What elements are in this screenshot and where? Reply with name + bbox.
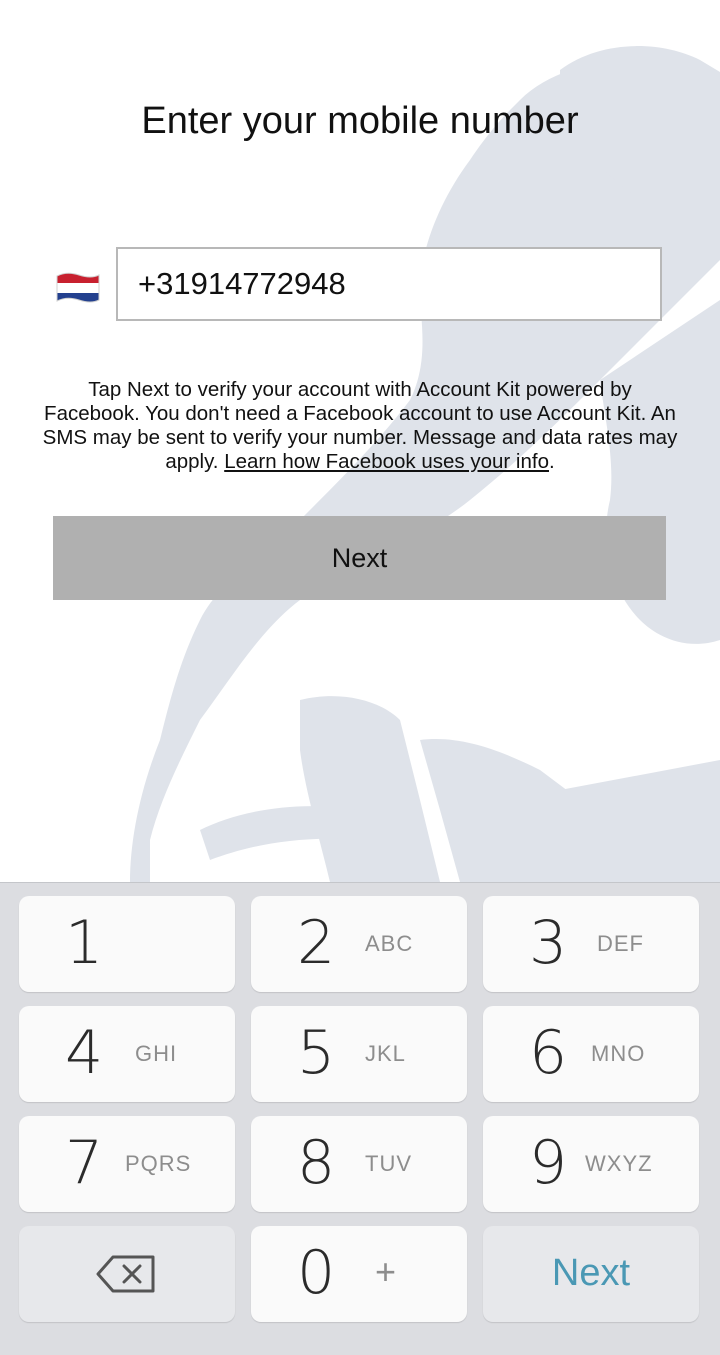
key-3-digit: 3	[529, 908, 568, 978]
netherlands-flag-icon[interactable]	[55, 270, 101, 306]
key-7-letters: PQRS	[125, 1151, 192, 1176]
key-6[interactable]: 6 MNO	[483, 1006, 699, 1102]
key-4-letters: GHI	[135, 1041, 178, 1066]
key-5[interactable]: 5 JKL	[251, 1006, 467, 1102]
key-6-digit: 6	[529, 1018, 568, 1088]
key-2[interactable]: 2 ABC	[251, 896, 467, 992]
key-0[interactable]: 0 +	[251, 1226, 467, 1322]
next-button-label: Next	[331, 542, 388, 573]
learn-more-link[interactable]: Learn how Facebook uses your info	[224, 450, 549, 473]
key-8-digit: 8	[297, 1128, 336, 1198]
key-5-digit: 5	[297, 1018, 336, 1088]
key-9[interactable]: 9 WXYZ	[483, 1116, 699, 1212]
key-2-digit: 2	[297, 908, 336, 978]
key-3-letters: DEF	[597, 931, 644, 956]
keyboard-next-label: Next	[551, 1252, 631, 1294]
backspace-key[interactable]	[19, 1226, 235, 1322]
phone-number-value: +31914772948	[138, 266, 346, 301]
key-9-letters: WXYZ	[585, 1151, 653, 1176]
keyboard-next-key[interactable]: Next	[483, 1226, 699, 1322]
key-9-digit: 9	[529, 1128, 568, 1198]
key-6-letters: MNO	[591, 1041, 646, 1066]
key-7[interactable]: 7 PQRS	[19, 1116, 235, 1212]
key-4[interactable]: 4 GHI	[19, 1006, 235, 1102]
key-8[interactable]: 8 TUV	[251, 1116, 467, 1212]
phone-number-input[interactable]: +31914772948	[116, 247, 662, 321]
key-2-letters: ABC	[365, 931, 414, 956]
key-5-letters: JKL	[365, 1041, 406, 1066]
numeric-keyboard: 1 2 ABC 3 DEF 4 GHI 5 JKL 6 MNO 7 PQRS 8…	[0, 882, 720, 1355]
key-3[interactable]: 3 DEF	[483, 896, 699, 992]
key-4-digit: 4	[65, 1018, 104, 1088]
page-title: Enter your mobile number	[141, 100, 579, 142]
disclaimer-end: .	[548, 450, 555, 473]
key-7-digit: 7	[65, 1128, 104, 1198]
key-0-digit: 0	[297, 1238, 336, 1308]
key-1-digit: 1	[65, 908, 104, 978]
next-button[interactable]: Next	[53, 516, 666, 600]
backspace-icon	[96, 1255, 155, 1293]
disclaimer-text: Tap Next to verify your account with Acc…	[40, 378, 680, 474]
key-1[interactable]: 1	[19, 896, 235, 992]
key-0-plus: +	[375, 1251, 397, 1292]
key-8-letters: TUV	[365, 1151, 412, 1176]
